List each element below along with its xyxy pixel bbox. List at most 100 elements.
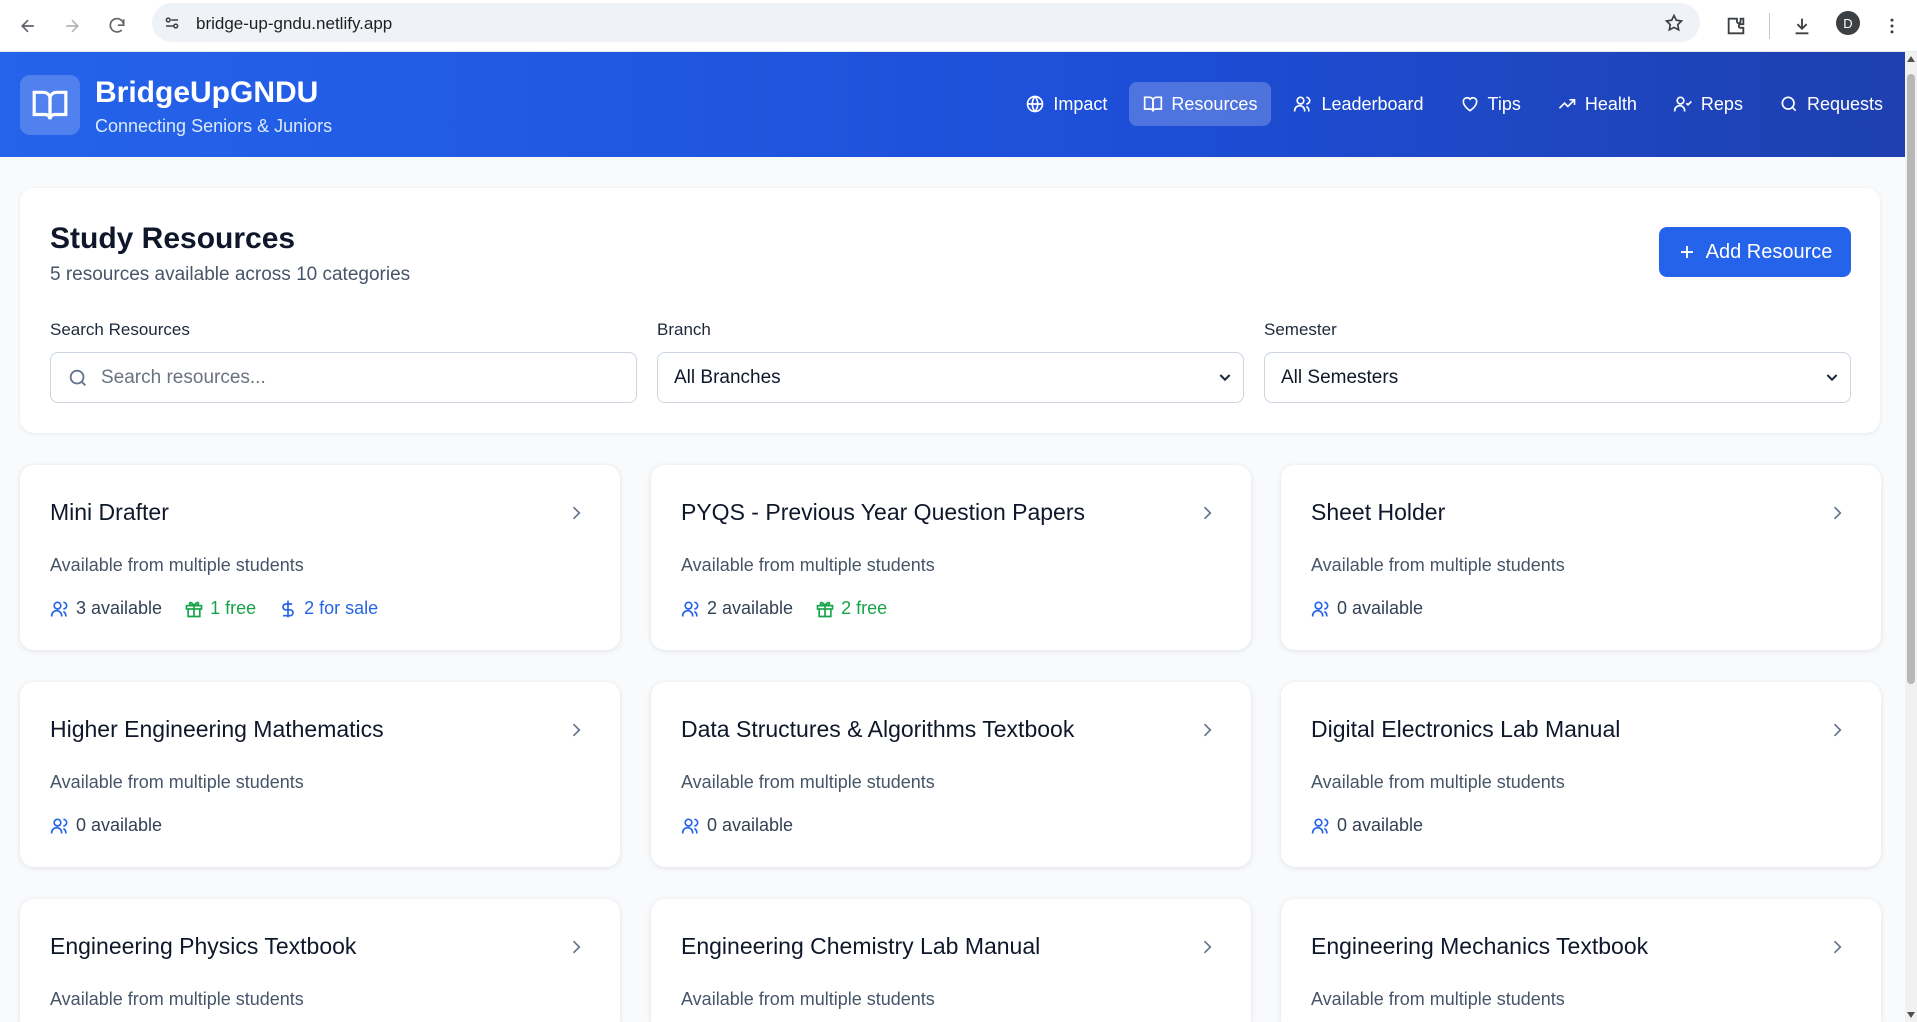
site-info-icon[interactable] — [162, 13, 182, 33]
users-icon — [681, 601, 699, 616]
add-resource-button[interactable]: Add Resource — [1659, 227, 1851, 277]
nav-item-label: Leaderboard — [1321, 93, 1424, 114]
extensions-icon[interactable] — [1720, 10, 1752, 42]
page-scrollbar[interactable] — [1905, 52, 1917, 1022]
branch-select-value: All Branches — [674, 366, 781, 388]
nav-item-label: Requests — [1806, 93, 1883, 114]
resource-card[interactable]: Engineering Chemistry Lab Manual Availab… — [651, 899, 1251, 1022]
logo[interactable] — [20, 75, 80, 135]
resource-card[interactable]: Engineering Mechanics Textbook Available… — [1281, 899, 1881, 1022]
profile-avatar[interactable]: D — [1836, 11, 1860, 35]
gift-icon — [816, 601, 834, 617]
sale-text: 2 for sale — [304, 598, 379, 618]
chevron-right-icon — [1833, 940, 1842, 954]
users-icon — [1294, 96, 1311, 112]
download-icon[interactable] — [1786, 10, 1818, 42]
brand-tagline: Connecting Seniors & Juniors — [95, 116, 333, 136]
resource-card[interactable]: PYQS - Previous Year Question Papers Ava… — [651, 465, 1251, 650]
bookmark-star-icon[interactable] — [1662, 11, 1686, 35]
nav-item-tips[interactable]: Tips — [1446, 82, 1535, 126]
available-count: 0 available — [50, 815, 162, 836]
available-text: 0 available — [707, 815, 794, 835]
resource-description: Available from multiple students — [1311, 989, 1565, 1009]
resource-title: Digital Electronics Lab Manual — [1311, 716, 1621, 742]
resource-description: Available from multiple students — [50, 772, 304, 792]
resource-card[interactable]: Engineering Physics Textbook Available f… — [20, 899, 620, 1022]
available-text: 0 available — [1337, 598, 1424, 618]
globe-icon — [1027, 95, 1044, 113]
available-count: 0 available — [1311, 598, 1423, 619]
heart-icon — [1462, 96, 1478, 112]
nav-item-requests[interactable]: Requests — [1765, 82, 1897, 126]
nav-item-impact[interactable]: Impact — [1011, 82, 1121, 126]
available-count: 0 available — [681, 815, 793, 836]
address-bar[interactable]: bridge-up-gndu.netlify.app — [152, 3, 1700, 42]
chevron-down-icon — [1219, 374, 1231, 382]
add-resource-label: Add Resource — [1705, 240, 1833, 263]
search-label: Search Resources — [50, 320, 190, 339]
scroll-down-arrow-icon[interactable] — [1907, 1012, 1915, 1018]
branch-select[interactable]: All Branches — [657, 352, 1244, 403]
users-icon — [1311, 818, 1329, 833]
resource-title: Sheet Holder — [1311, 499, 1446, 525]
resource-description: Available from multiple students — [50, 555, 304, 575]
available-count: 3 available — [50, 598, 162, 619]
chevron-right-icon — [1833, 506, 1842, 520]
resources-panel: Study Resources 5 resources available ac… — [20, 188, 1880, 433]
search-field[interactable] — [50, 352, 637, 403]
toolbar-divider — [1769, 13, 1770, 39]
users-icon — [50, 601, 68, 616]
resource-stats: 2 available 2 free — [681, 598, 887, 619]
search-input[interactable] — [101, 363, 621, 393]
app-header: BridgeUpGNDU Connecting Seniors & Junior… — [0, 52, 1905, 157]
nav-item-health[interactable]: Health — [1543, 82, 1651, 126]
chevron-right-icon — [572, 506, 581, 520]
chevron-right-icon — [1833, 723, 1842, 737]
free-text: 1 free — [210, 598, 257, 618]
scroll-up-arrow-icon[interactable] — [1907, 56, 1915, 62]
gift-icon — [185, 601, 203, 617]
resource-card[interactable]: Higher Engineering Mathematics Available… — [20, 682, 620, 867]
back-arrow-icon[interactable] — [12, 10, 44, 42]
nav-item-resources[interactable]: Resources — [1129, 82, 1272, 126]
nav-item-label: Health — [1584, 93, 1637, 114]
chevron-right-icon — [572, 723, 581, 737]
available-text: 2 available — [707, 598, 794, 618]
nav-item-leaderboard[interactable]: Leaderboard — [1279, 82, 1437, 126]
resource-card[interactable]: Data Structures & Algorithms Textbook Av… — [651, 682, 1251, 867]
sale-count: 2 for sale — [278, 598, 378, 619]
resource-title: Engineering Chemistry Lab Manual — [681, 933, 1041, 959]
users-icon — [681, 818, 699, 833]
search-icon — [69, 369, 86, 386]
resource-description: Available from multiple students — [1311, 772, 1565, 792]
nav-item-label: Impact — [1053, 93, 1108, 114]
free-count: 2 free — [815, 598, 887, 619]
chevron-right-icon — [572, 940, 581, 954]
resource-stats: 0 available — [50, 815, 162, 836]
brand-name[interactable]: BridgeUpGNDU — [95, 76, 318, 110]
resource-title: Data Structures & Algorithms Textbook — [681, 716, 1075, 742]
trending-up-icon — [1558, 99, 1576, 109]
users-icon — [1311, 601, 1329, 616]
chevron-down-icon — [1826, 374, 1838, 382]
reload-icon[interactable] — [101, 10, 133, 42]
resource-description: Available from multiple students — [1311, 555, 1565, 575]
resource-card[interactable]: Sheet Holder Available from multiple stu… — [1281, 465, 1881, 650]
browser-toolbar: bridge-up-gndu.netlify.app D — [0, 0, 1917, 52]
page-title: Study Resources — [50, 222, 296, 255]
resource-title: PYQS - Previous Year Question Papers — [681, 499, 1085, 525]
nav-item-reps[interactable]: Reps — [1659, 82, 1757, 126]
resource-stats: 0 available — [1311, 815, 1423, 836]
free-text: 2 free — [841, 598, 888, 618]
nav-item-label: Reps — [1700, 93, 1743, 114]
resource-card[interactable]: Digital Electronics Lab Manual Available… — [1281, 682, 1881, 867]
resource-title: Engineering Mechanics Textbook — [1311, 933, 1649, 959]
forward-arrow-icon[interactable] — [56, 10, 88, 42]
resource-title: Engineering Physics Textbook — [50, 933, 357, 959]
resource-card[interactable]: Mini Drafter Available from multiple stu… — [20, 465, 620, 650]
more-menu-icon[interactable] — [1876, 10, 1908, 42]
resource-title: Mini Drafter — [50, 499, 169, 525]
semester-select-value: All Semesters — [1281, 366, 1399, 388]
semester-select[interactable]: All Semesters — [1264, 352, 1851, 403]
scroll-thumb[interactable] — [1907, 74, 1915, 684]
